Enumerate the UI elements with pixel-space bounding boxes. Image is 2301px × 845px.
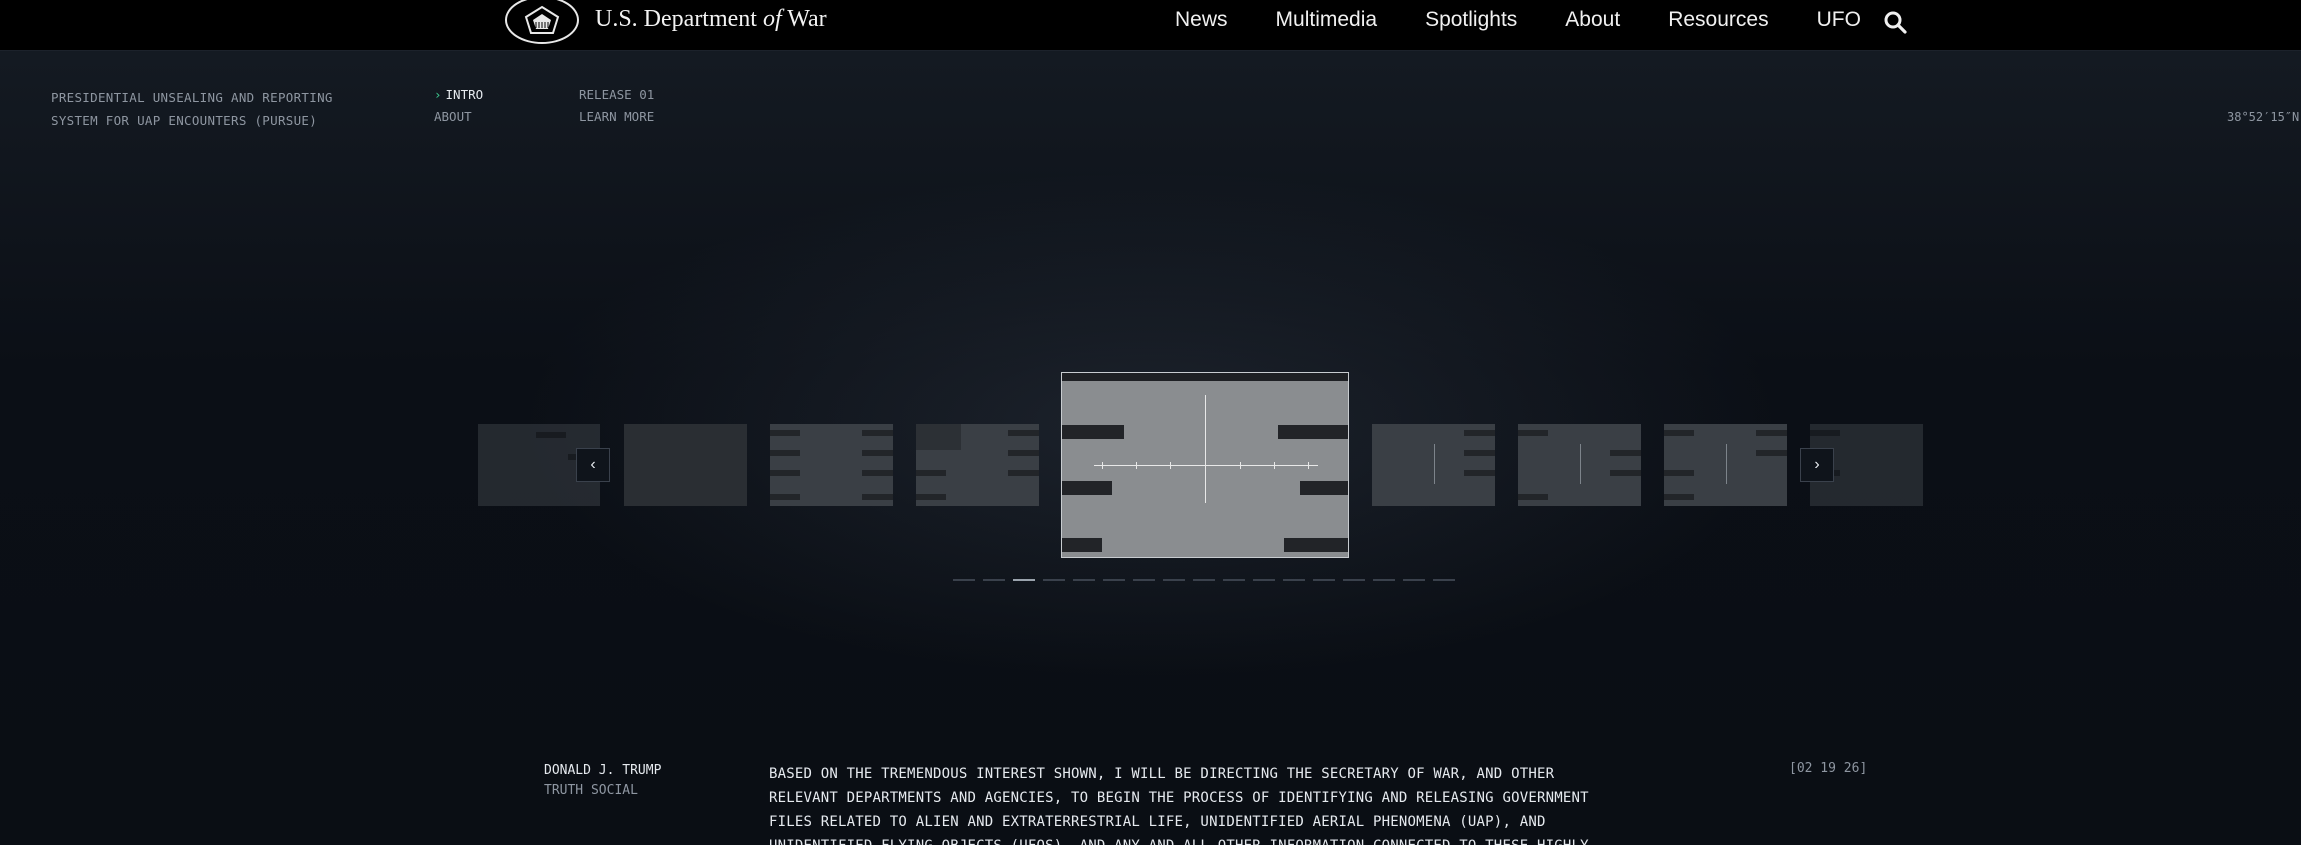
- nav-ufo[interactable]: UFO: [1817, 8, 1861, 32]
- brand-italic: of: [762, 6, 782, 32]
- chevron-right-icon: ›: [434, 87, 442, 102]
- carousel-slide[interactable]: [1664, 424, 1787, 506]
- carousel-prev-button[interactable]: ‹: [576, 448, 610, 482]
- program-title-line-1: PRESIDENTIAL UNSEALING AND REPORTING: [51, 90, 333, 105]
- subnav-item-intro[interactable]: › INTRO: [434, 84, 483, 106]
- carousel-page-indicator[interactable]: [1253, 579, 1275, 581]
- carousel-page-indicator[interactable]: [983, 579, 1005, 581]
- chevron-left-icon: ‹: [590, 456, 596, 473]
- subnav-item-release-01[interactable]: RELEASE 01: [579, 84, 654, 106]
- brand-suffix: War: [781, 6, 827, 32]
- quote-author: DONALD J. TRUMP: [544, 763, 662, 778]
- carousel-page-indicator[interactable]: [1073, 579, 1095, 581]
- carousel-page-indicator[interactable]: [1193, 579, 1215, 581]
- quote-source: TRUTH SOCIAL: [544, 783, 638, 798]
- carousel-next-button[interactable]: ›: [1800, 448, 1834, 482]
- subnav-column-2: RELEASE 01 LEARN MORE: [579, 84, 654, 128]
- carousel-page-indicator[interactable]: [1223, 579, 1245, 581]
- subnav-item-intro-label: INTRO: [445, 87, 484, 102]
- pentagon-icon: [524, 5, 560, 34]
- quote-text: BASED ON THE TREMENDOUS INTEREST SHOWN, …: [769, 766, 1589, 845]
- nav-about[interactable]: About: [1565, 8, 1620, 32]
- carousel-page-indicator[interactable]: [1013, 579, 1035, 581]
- carousel-page-indicator[interactable]: [1433, 579, 1455, 581]
- carousel-slide[interactable]: [770, 424, 893, 506]
- carousel-page-indicator[interactable]: [1133, 579, 1155, 581]
- carousel-pagination: [953, 579, 1463, 581]
- chevron-right-icon: ›: [1814, 456, 1820, 473]
- nav-spotlights[interactable]: Spotlights: [1425, 8, 1517, 32]
- nav-news[interactable]: News: [1175, 8, 1228, 32]
- carousel-slide[interactable]: [916, 424, 1039, 506]
- main-nav: News Multimedia Spotlights About Resourc…: [1175, 8, 1909, 32]
- crosshair-vertical: [1205, 395, 1206, 503]
- carousel-page-indicator[interactable]: [1313, 579, 1335, 581]
- program-title-line-2: SYSTEM FOR UAP ENCOUNTERS (PURSUE): [51, 113, 318, 128]
- carousel-page-indicator[interactable]: [1283, 579, 1305, 581]
- carousel-active-slide[interactable]: [1061, 372, 1349, 558]
- carousel-page-indicator[interactable]: [1043, 579, 1065, 581]
- department-seal-logo[interactable]: [505, 0, 579, 44]
- nav-multimedia[interactable]: Multimedia: [1276, 8, 1378, 32]
- carousel-page-indicator[interactable]: [1103, 579, 1125, 581]
- carousel-slide[interactable]: [624, 424, 747, 506]
- carousel-page-indicator[interactable]: [1163, 579, 1185, 581]
- brand-name[interactable]: U.S. Department of War: [595, 6, 827, 33]
- program-title: PRESIDENTIAL UNSEALING AND REPORTING SYS…: [51, 86, 333, 132]
- quote-attribution: DONALD J. TRUMP TRUTH SOCIAL: [544, 761, 661, 801]
- quote-timestamp: [02 19 26]: [1789, 761, 1868, 776]
- search-icon[interactable]: [1883, 10, 1907, 34]
- subnav-item-learn-more[interactable]: LEARN MORE: [579, 106, 654, 128]
- carousel-slide[interactable]: [1372, 424, 1495, 506]
- carousel-slide[interactable]: [1518, 424, 1641, 506]
- subnav-column-1: › INTRO ABOUT: [434, 84, 483, 128]
- nav-resources[interactable]: Resources: [1668, 8, 1768, 32]
- coordinates-readout: 38°52′15″N: [2227, 110, 2300, 124]
- carousel-page-indicator[interactable]: [1343, 579, 1365, 581]
- crosshair-horizontal: [1094, 465, 1318, 466]
- top-nav-bar: U.S. Department of War News Multimedia S…: [0, 0, 2301, 51]
- video-carousel: ‹ ›: [478, 370, 1923, 590]
- subnav-item-about[interactable]: ABOUT: [434, 106, 483, 128]
- brand-prefix: U.S. Department: [595, 6, 763, 32]
- carousel-page-indicator[interactable]: [953, 579, 975, 581]
- carousel-page-indicator[interactable]: [1403, 579, 1425, 581]
- carousel-page-indicator[interactable]: [1373, 579, 1395, 581]
